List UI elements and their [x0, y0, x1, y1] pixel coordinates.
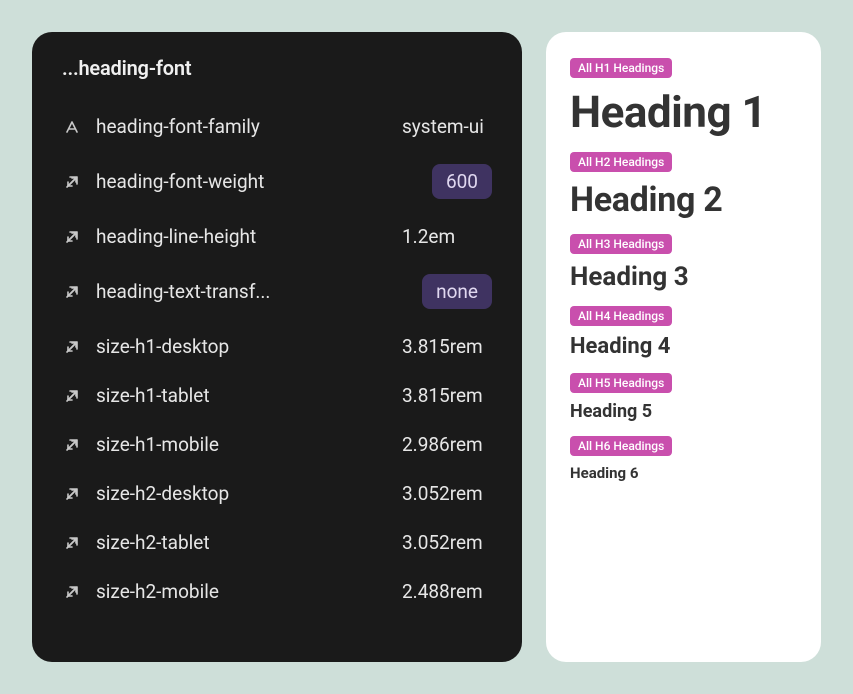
heading-preview-group: All H2 Headings Heading 2: [570, 152, 797, 220]
property-label: heading-font-family: [96, 115, 402, 138]
heading-sample: Heading 6: [570, 464, 797, 482]
heading-preview-group: All H1 Headings Heading 1: [570, 58, 797, 138]
property-row[interactable]: size-h1-mobile2.986rem: [62, 420, 492, 469]
property-row[interactable]: size-h1-tablet3.815rem: [62, 371, 492, 420]
arrow-icon: [62, 172, 82, 192]
panel-title: ...heading-font: [62, 56, 492, 80]
property-value[interactable]: 1.2em: [402, 225, 492, 248]
property-value[interactable]: 2.986rem: [402, 433, 492, 456]
property-value[interactable]: 3.815rem: [402, 384, 492, 407]
heading-tag[interactable]: All H5 Headings: [570, 373, 672, 393]
property-row[interactable]: heading-text-transf...none: [62, 261, 492, 322]
arrow-icon: [62, 435, 82, 455]
heading-sample: Heading 2: [570, 180, 797, 220]
property-value[interactable]: none: [422, 274, 492, 309]
property-row[interactable]: size-h2-mobile2.488rem: [62, 567, 492, 616]
property-value[interactable]: 3.052rem: [402, 531, 492, 554]
property-label: size-h1-tablet: [96, 384, 402, 407]
property-value[interactable]: 3.815rem: [402, 335, 492, 358]
heading-tag[interactable]: All H6 Headings: [570, 436, 672, 456]
property-label: size-h1-desktop: [96, 335, 402, 358]
arrow-icon: [62, 227, 82, 247]
heading-sample: Heading 1: [570, 86, 797, 138]
property-value[interactable]: system-ui: [402, 115, 492, 138]
font-icon: [62, 117, 82, 137]
heading-sample: Heading 5: [570, 401, 797, 422]
property-row[interactable]: heading-line-height1.2em: [62, 212, 492, 261]
property-row[interactable]: size-h2-tablet3.052rem: [62, 518, 492, 567]
arrow-icon: [62, 282, 82, 302]
heading-preview-group: All H4 Headings Heading 4: [570, 306, 797, 359]
heading-preview-group: All H5 Headings Heading 5: [570, 373, 797, 422]
property-label: size-h2-tablet: [96, 531, 402, 554]
heading-tag[interactable]: All H4 Headings: [570, 306, 672, 326]
property-row[interactable]: size-h1-desktop3.815rem: [62, 322, 492, 371]
arrow-icon: [62, 337, 82, 357]
property-row[interactable]: heading-font-weight600: [62, 151, 492, 212]
property-value[interactable]: 600: [432, 164, 492, 199]
heading-tag[interactable]: All H2 Headings: [570, 152, 672, 172]
preview-panel: All H1 Headings Heading 1 All H2 Headings H…: [546, 32, 821, 662]
property-row[interactable]: size-h2-desktop3.052rem: [62, 469, 492, 518]
arrow-icon: [62, 484, 82, 504]
heading-preview-group: All H3 Headings Heading 3: [570, 234, 797, 292]
heading-tag[interactable]: All H1 Headings: [570, 58, 672, 78]
properties-panel: ...heading-font heading-font-familysyste…: [32, 32, 522, 662]
property-label: heading-font-weight: [96, 170, 432, 193]
heading-sample: Heading 3: [570, 262, 797, 292]
arrow-icon: [62, 533, 82, 553]
property-label: size-h2-desktop: [96, 482, 402, 505]
heading-tag[interactable]: All H3 Headings: [570, 234, 672, 254]
property-label: size-h1-mobile: [96, 433, 402, 456]
property-value[interactable]: 2.488rem: [402, 580, 492, 603]
property-value[interactable]: 3.052rem: [402, 482, 492, 505]
property-row[interactable]: heading-font-familysystem-ui: [62, 102, 492, 151]
arrow-icon: [62, 386, 82, 406]
properties-list: heading-font-familysystem-uiheading-font…: [62, 102, 492, 616]
property-label: heading-line-height: [96, 225, 402, 248]
property-label: heading-text-transf...: [96, 280, 422, 303]
property-label: size-h2-mobile: [96, 580, 402, 603]
heading-sample: Heading 4: [570, 334, 797, 359]
heading-preview-group: All H6 Headings Heading 6: [570, 436, 797, 482]
arrow-icon: [62, 582, 82, 602]
